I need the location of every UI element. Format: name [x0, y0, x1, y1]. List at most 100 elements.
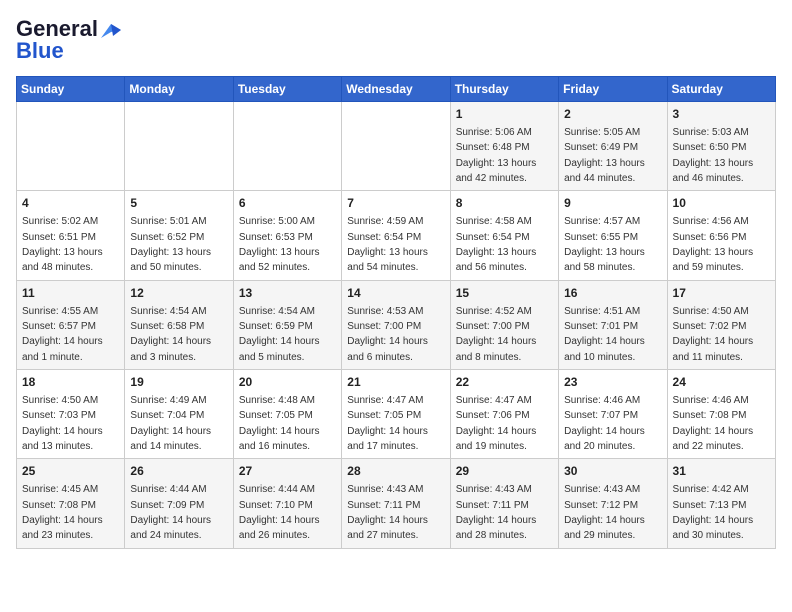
day-info: Sunrise: 4:55 AM Sunset: 6:57 PM Dayligh… — [22, 306, 103, 363]
calendar-cell: 9 Sunrise: 4:57 AM Sunset: 6:55 PM Daylig… — [559, 191, 667, 280]
day-info: Sunrise: 4:57 AM Sunset: 6:55 PM Dayligh… — [564, 216, 645, 273]
calendar-cell: 27 Sunrise: 4:44 AM Sunset: 7:10 PM Dayli… — [233, 459, 341, 548]
calendar-cell: 30 Sunrise: 4:43 AM Sunset: 7:12 PM Dayli… — [559, 459, 667, 548]
calendar-cell — [125, 102, 233, 191]
day-number: 3 — [673, 106, 770, 123]
day-number: 6 — [239, 195, 336, 212]
header-thursday: Thursday — [450, 77, 558, 102]
calendar-cell — [342, 102, 450, 191]
day-info: Sunrise: 4:54 AM Sunset: 6:59 PM Dayligh… — [239, 306, 320, 363]
day-info: Sunrise: 4:58 AM Sunset: 6:54 PM Dayligh… — [456, 216, 537, 273]
day-info: Sunrise: 4:50 AM Sunset: 7:02 PM Dayligh… — [673, 306, 754, 363]
calendar-cell: 21 Sunrise: 4:47 AM Sunset: 7:05 PM Dayli… — [342, 370, 450, 459]
day-info: Sunrise: 5:05 AM Sunset: 6:49 PM Dayligh… — [564, 127, 645, 184]
day-info: Sunrise: 4:44 AM Sunset: 7:10 PM Dayligh… — [239, 484, 320, 541]
day-info: Sunrise: 4:46 AM Sunset: 7:08 PM Dayligh… — [673, 395, 754, 452]
week-row-1: 1 Sunrise: 5:06 AM Sunset: 6:48 PM Daylig… — [17, 102, 776, 191]
header-tuesday: Tuesday — [233, 77, 341, 102]
day-number: 30 — [564, 463, 661, 480]
calendar-cell: 28Sunrise: 4:43 AM Sunset: 7:11 PM Dayli… — [342, 459, 450, 548]
day-info: Sunrise: 4:43 AM Sunset: 7:11 PM Dayligh… — [456, 484, 537, 541]
day-number: 24 — [673, 374, 770, 391]
calendar-cell: 11 Sunrise: 4:55 AM Sunset: 6:57 PM Dayli… — [17, 280, 125, 369]
day-info: Sunrise: 4:50 AM Sunset: 7:03 PM Dayligh… — [22, 395, 103, 452]
day-number: 23 — [564, 374, 661, 391]
day-number: 18 — [22, 374, 119, 391]
day-number: 5 — [130, 195, 227, 212]
day-info: Sunrise: 4:43 AM Sunset: 7:12 PM Dayligh… — [564, 484, 645, 541]
day-info: Sunrise: 4:45 AM Sunset: 7:08 PM Dayligh… — [22, 484, 103, 541]
day-number: 19 — [130, 374, 227, 391]
day-number: 12 — [130, 285, 227, 302]
day-info: Sunrise: 5:01 AM Sunset: 6:52 PM Dayligh… — [130, 216, 211, 273]
day-number: 22 — [456, 374, 553, 391]
calendar-cell: 23 Sunrise: 4:46 AM Sunset: 7:07 PM Dayli… — [559, 370, 667, 459]
day-info: Sunrise: 4:46 AM Sunset: 7:07 PM Dayligh… — [564, 395, 645, 452]
calendar-cell: 5 Sunrise: 5:01 AM Sunset: 6:52 PM Daylig… — [125, 191, 233, 280]
week-row-4: 18 Sunrise: 4:50 AM Sunset: 7:03 PM Dayli… — [17, 370, 776, 459]
calendar-cell: 18 Sunrise: 4:50 AM Sunset: 7:03 PM Dayli… — [17, 370, 125, 459]
day-info: Sunrise: 4:52 AM Sunset: 7:00 PM Dayligh… — [456, 306, 537, 363]
day-number: 8 — [456, 195, 553, 212]
day-number: 4 — [22, 195, 119, 212]
day-info: Sunrise: 4:48 AM Sunset: 7:05 PM Dayligh… — [239, 395, 320, 452]
day-info: Sunrise: 4:53 AM Sunset: 7:00 PM Dayligh… — [347, 306, 428, 363]
calendar-cell: 13 Sunrise: 4:54 AM Sunset: 6:59 PM Dayli… — [233, 280, 341, 369]
day-number: 29 — [456, 463, 553, 480]
day-number: 7 — [347, 195, 444, 212]
day-number: 13 — [239, 285, 336, 302]
day-info: Sunrise: 4:51 AM Sunset: 7:01 PM Dayligh… — [564, 306, 645, 363]
calendar-cell: 14 Sunrise: 4:53 AM Sunset: 7:00 PM Dayli… — [342, 280, 450, 369]
logo: General Blue — [16, 16, 121, 64]
logo-bird-icon — [99, 22, 121, 40]
calendar-cell: 31 Sunrise: 4:42 AM Sunset: 7:13 PM Dayli… — [667, 459, 775, 548]
header-sunday: Sunday — [17, 77, 125, 102]
day-info: Sunrise: 5:00 AM Sunset: 6:53 PM Dayligh… — [239, 216, 320, 273]
day-info: Sunrise: 4:47 AM Sunset: 7:05 PM Dayligh… — [347, 395, 428, 452]
day-number: 14 — [347, 285, 444, 302]
week-row-3: 11 Sunrise: 4:55 AM Sunset: 6:57 PM Dayli… — [17, 280, 776, 369]
header-wednesday: Wednesday — [342, 77, 450, 102]
calendar-cell: 8 Sunrise: 4:58 AM Sunset: 6:54 PM Daylig… — [450, 191, 558, 280]
day-info: Sunrise: 4:43 AM Sunset: 7:11 PM Dayligh… — [347, 484, 428, 541]
logo-blue: Blue — [16, 38, 64, 64]
day-number: 16 — [564, 285, 661, 302]
day-number: 9 — [564, 195, 661, 212]
calendar-cell — [17, 102, 125, 191]
day-info: Sunrise: 5:06 AM Sunset: 6:48 PM Dayligh… — [456, 127, 537, 184]
header-monday: Monday — [125, 77, 233, 102]
calendar-cell: 6 Sunrise: 5:00 AM Sunset: 6:53 PM Daylig… — [233, 191, 341, 280]
calendar-table: SundayMondayTuesdayWednesdayThursdayFrid… — [16, 76, 776, 549]
calendar-cell: 29 Sunrise: 4:43 AM Sunset: 7:11 PM Dayli… — [450, 459, 558, 548]
day-info: Sunrise: 4:47 AM Sunset: 7:06 PM Dayligh… — [456, 395, 537, 452]
day-info: Sunrise: 4:59 AM Sunset: 6:54 PM Dayligh… — [347, 216, 428, 273]
day-info: Sunrise: 4:54 AM Sunset: 6:58 PM Dayligh… — [130, 306, 211, 363]
header-friday: Friday — [559, 77, 667, 102]
day-info: Sunrise: 5:03 AM Sunset: 6:50 PM Dayligh… — [673, 127, 754, 184]
calendar-cell: 2Sunrise: 5:05 AM Sunset: 6:49 PM Daylig… — [559, 102, 667, 191]
calendar-cell: 4Sunrise: 5:02 AM Sunset: 6:51 PM Daylig… — [17, 191, 125, 280]
day-number: 26 — [130, 463, 227, 480]
page-header: General Blue — [16, 16, 776, 64]
calendar-cell: 1 Sunrise: 5:06 AM Sunset: 6:48 PM Daylig… — [450, 102, 558, 191]
calendar-cell: 7 Sunrise: 4:59 AM Sunset: 6:54 PM Daylig… — [342, 191, 450, 280]
calendar-cell: 3 Sunrise: 5:03 AM Sunset: 6:50 PM Daylig… — [667, 102, 775, 191]
calendar-cell: 20Sunrise: 4:48 AM Sunset: 7:05 PM Dayli… — [233, 370, 341, 459]
day-number: 15 — [456, 285, 553, 302]
day-number: 11 — [22, 285, 119, 302]
day-number: 21 — [347, 374, 444, 391]
day-number: 1 — [456, 106, 553, 123]
day-number: 31 — [673, 463, 770, 480]
day-info: Sunrise: 4:42 AM Sunset: 7:13 PM Dayligh… — [673, 484, 754, 541]
day-number: 17 — [673, 285, 770, 302]
week-row-5: 25Sunrise: 4:45 AM Sunset: 7:08 PM Dayli… — [17, 459, 776, 548]
day-number: 27 — [239, 463, 336, 480]
calendar-cell: 16 Sunrise: 4:51 AM Sunset: 7:01 PM Dayli… — [559, 280, 667, 369]
calendar-cell: 22 Sunrise: 4:47 AM Sunset: 7:06 PM Dayli… — [450, 370, 558, 459]
week-row-2: 4Sunrise: 5:02 AM Sunset: 6:51 PM Daylig… — [17, 191, 776, 280]
calendar-cell — [233, 102, 341, 191]
calendar-cell: 24 Sunrise: 4:46 AM Sunset: 7:08 PM Dayli… — [667, 370, 775, 459]
calendar-cell: 19Sunrise: 4:49 AM Sunset: 7:04 PM Dayli… — [125, 370, 233, 459]
calendar-header-row: SundayMondayTuesdayWednesdayThursdayFrid… — [17, 77, 776, 102]
calendar-cell: 17 Sunrise: 4:50 AM Sunset: 7:02 PM Dayli… — [667, 280, 775, 369]
